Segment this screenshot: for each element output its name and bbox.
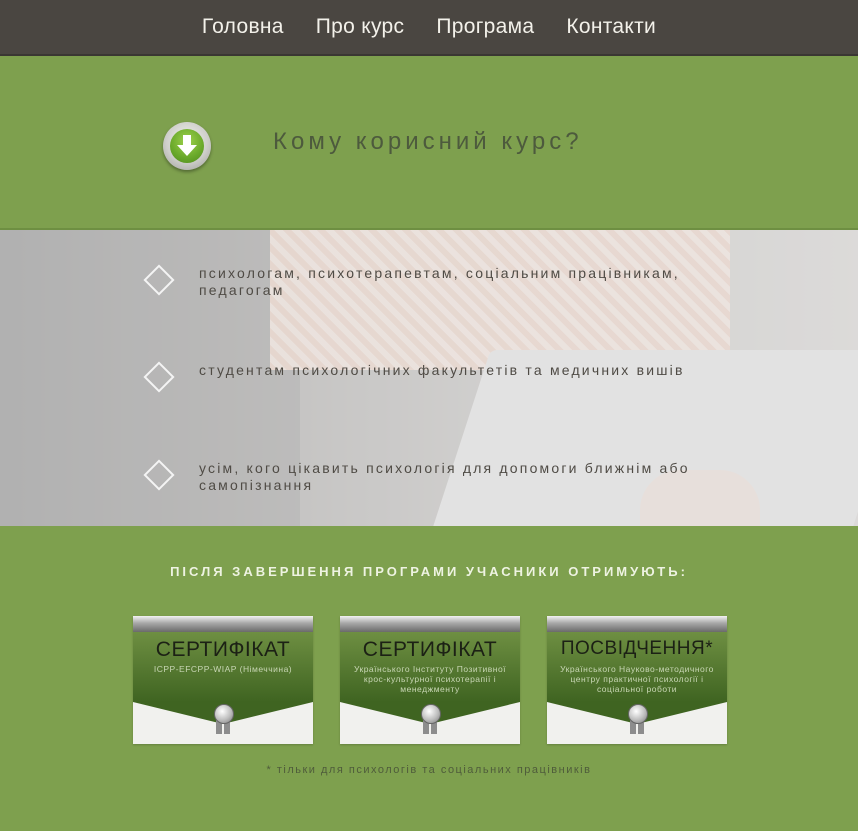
certificate-subtitle: ICPP-EFCPP-WIAP (Німеччина) <box>153 664 293 674</box>
nav-home[interactable]: Головна <box>186 15 300 39</box>
certificates-section: ПІСЛЯ ЗАВЕРШЕННЯ ПРОГРАМИ УЧАСНИКИ ОТРИМ… <box>0 526 858 831</box>
top-navigation: Головна Про курс Програма Контакти <box>0 0 858 56</box>
nav-about[interactable]: Про курс <box>300 15 421 39</box>
down-arrow-icon[interactable] <box>163 122 211 170</box>
medal-icon <box>421 704 441 724</box>
certificate-title: ПОСВІДЧЕННЯ* <box>560 638 714 659</box>
background-photo: психологам, психотерапевтам, соціальним … <box>0 230 858 526</box>
audience-item-text: студентам психологічних факультетів та м… <box>199 362 685 378</box>
certificates-heading: ПІСЛЯ ЗАВЕРШЕННЯ ПРОГРАМИ УЧАСНИКИ ОТРИМ… <box>170 564 688 579</box>
certificate-card: СЕРТИФІКАТ Українського Інституту Позити… <box>340 616 520 744</box>
audience-item-text: психологам, психотерапевтам, соціальним … <box>199 265 680 298</box>
nav-contacts[interactable]: Контакти <box>550 15 672 39</box>
certificate-subtitle: Українського Науково-методичного центру … <box>560 664 714 694</box>
certificate-card: СЕРТИФІКАТ ICPP-EFCPP-WIAP (Німеччина) <box>133 616 313 744</box>
medal-icon <box>628 704 648 724</box>
certificate-title: СЕРТИФІКАТ <box>362 638 498 661</box>
certificate-card: ПОСВІДЧЕННЯ* Українського Науково-методи… <box>547 616 727 744</box>
certificate-subtitle: Українського Інституту Позитивної крос-к… <box>353 664 507 694</box>
section-title: Кому корисний курс? <box>273 128 583 155</box>
audience-item-text: усім, кого цікавить психологія для допом… <box>199 460 690 493</box>
nav-program[interactable]: Програма <box>420 15 550 39</box>
medal-icon <box>214 704 234 724</box>
footnote: * тільки для психологів та соціальних пр… <box>266 764 592 776</box>
certificate-title: СЕРТИФІКАТ <box>155 638 291 661</box>
hero-section: Кому корисний курс? <box>0 56 858 231</box>
